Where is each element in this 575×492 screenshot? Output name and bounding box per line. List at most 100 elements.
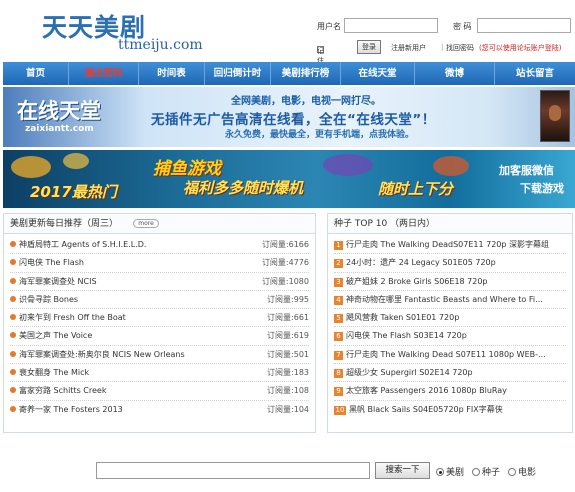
logo-text-1: 天天 [42,13,95,42]
ad-cta-download: 下载游戏 [520,182,564,195]
show-title[interactable]: 闪电侠 The Flash [19,258,84,267]
list-item[interactable]: 3 破产姐妹 2 Broke Girls S06E18 720p [328,273,572,291]
show-title[interactable]: 识骨寻踪 Bones [19,295,78,304]
search-option-torrent[interactable]: 种子 [472,465,500,478]
list-item[interactable]: 初来乍到 Fresh Off the Boat 订阅量:661 [4,309,315,328]
list-item[interactable]: 4 神奇动物在哪里 Fantastic Beasts and Where to F… [328,291,572,310]
list-item[interactable]: 神盾局特工 Agents of S.H.I.E.L.D. 订阅量:6166 [4,236,315,255]
password-input[interactable] [477,18,571,33]
nav-timetable[interactable]: 时间表 [139,62,205,85]
subscription-count: 订阅量:104 [267,404,309,414]
rank-badge: 4 [334,295,343,305]
list-item[interactable]: 识骨寻踪 Bones 订阅量:995 [4,291,315,310]
poster-image [540,90,570,142]
rank-badge: 1 [334,241,343,250]
online-heaven-banner[interactable]: 在线天堂 zaixiantt.com 全网美剧，电影，电视一网打尽。 无插件无广… [3,87,575,147]
rank-badge: 8 [334,369,343,379]
search-button[interactable]: 搜索一下 [375,462,430,479]
forum-login-note: (您可以使用论坛账户登陆) [479,44,562,52]
radio-icon[interactable] [508,468,516,476]
torrent-title[interactable]: 神奇动物在哪里 Fantastic Beasts and Where to Fi… [346,295,543,304]
login-button[interactable]: 登录 [357,40,381,54]
bullet-icon [10,405,16,412]
ad-cta-wechat: 加客服微信 [499,164,554,177]
list-item[interactable]: 1 行尸走肉 The Walking DeadS07E11 720p 深影字幕组 [328,236,572,255]
list-item[interactable]: 7 行尸走肉 The Walking Dead S07E11 1080p WEB-… [328,346,572,365]
banner-logo: 在线天堂 [17,98,101,123]
password-label: 密 码 [453,22,472,31]
list-item[interactable]: 闪电侠 The Flash 订阅量:4776 [4,254,315,273]
subscription-count: 订阅量:183 [267,368,309,378]
list-item[interactable]: 2 24小时：遗产 24 Legacy S01E05 720p [328,254,572,273]
search-bar: 搜索一下 美剧 种子 电影 [96,461,575,481]
subscription-count: 订阅量:661 [267,313,309,323]
register-link[interactable]: 注册新用户 [391,43,426,53]
torrent-title[interactable]: 飓风营救 Taken S01E01 720p [346,313,459,322]
nav-guestbook[interactable]: 站长留言 [495,62,575,85]
nav-schedule-code[interactable]: 播出密码 [69,62,139,85]
nav-weibo[interactable]: 微博 [415,62,495,85]
nav-online[interactable]: 在线天堂 [341,62,415,85]
nav-countdown[interactable]: 回归倒计时 [205,62,271,85]
list-item[interactable]: 富家穷路 Schitts Creek 订阅量:108 [4,382,315,401]
torrent-title[interactable]: 破产姐妹 2 Broke Girls S06E18 720p [346,277,488,286]
rank-badge: 5 [334,314,343,324]
option-label: 电影 [518,468,537,478]
show-list: 神盾局特工 Agents of S.H.I.E.L.D. 订阅量:6166 闪电侠… [4,234,315,419]
list-item[interactable]: 美国之声 The Voice 订阅量:619 [4,327,315,346]
subscription-count: 订阅量:1080 [261,276,309,286]
search-option-movie[interactable]: 电影 [508,465,536,478]
subscription-count: 订阅量:108 [267,386,309,396]
logo-domain: ttmeiju.com [118,37,203,53]
torrent-title[interactable]: 超级少女 Supergirl S02E14 720p [346,368,473,377]
show-title[interactable]: 海军罪案调查处:新奥尔良 NCIS New Orleans [19,350,185,359]
subscription-count: 订阅量:619 [267,331,309,341]
list-item[interactable]: 寄养一家 The Fosters 2013 订阅量:104 [4,401,315,419]
login-form: 用户名 密 码 记住我 登录 注册新用户 | 找回密码 (您可以使用论坛账户登陆… [317,18,572,75]
torrent-title[interactable]: 太空旅客 Passengers 2016 1080p BluRay [346,386,507,395]
game-ad-banner[interactable]: 捕鱼游戏 2017最热门 福利多多随时爆机 随时上下分 加客服微信 下载游戏 [3,150,575,208]
torrent-title[interactable]: 黑帆 Black Sails S04E05720p FIX字幕侠 [349,405,503,414]
torrent-list: 1 行尸走肉 The Walking DeadS07E11 720p 深影字幕组 … [328,234,572,419]
show-title[interactable]: 寄养一家 The Fosters 2013 [19,405,123,414]
search-input[interactable] [96,462,370,479]
daily-recommendation-panel: 美剧更新每日推荐（周三） more 神盾局特工 Agents of S.H.I.… [3,213,316,433]
show-title[interactable]: 美国之声 The Voice [19,331,92,340]
recover-password-link[interactable]: 找回密码 [446,43,474,53]
nav-ranking[interactable]: 美剧排行榜 [271,62,341,85]
radio-icon[interactable] [472,468,480,476]
more-button[interactable]: more [133,219,159,228]
torrent-title[interactable]: 行尸走肉 The Walking Dead S07E11 1080p WEB-.… [346,350,546,359]
subscription-count: 订阅量:4776 [261,258,309,268]
list-item[interactable]: 5 飓风营救 Taken S01E01 720p [328,309,572,328]
bullet-icon [10,277,16,284]
torrent-top10-panel: 种子 TOP 10 （两日内） 1 行尸走肉 The Walking DeadS0… [327,213,573,433]
show-title[interactable]: 衰女翻身 The Mick [19,368,89,377]
nav-home[interactable]: 首页 [3,62,69,85]
list-item[interactable]: 海军罪案调查处:新奥尔良 NCIS New Orleans 订阅量:501 [4,346,315,365]
list-item[interactable]: 8 超级少女 Supergirl S02E14 720p [328,364,572,383]
subscription-count: 订阅量:501 [267,349,309,359]
show-title[interactable]: 富家穷路 Schitts Creek [19,386,106,395]
list-item[interactable]: 10 黑帆 Black Sails S04E05720p FIX字幕侠 [328,401,572,419]
torrent-title[interactable]: 行尸走肉 The Walking DeadS07E11 720p 深影字幕组 [346,240,549,249]
show-title[interactable]: 神盾局特工 Agents of S.H.I.E.L.D. [19,240,146,249]
search-option-drama[interactable]: 美剧 [436,465,464,478]
bullet-icon [10,387,16,394]
ad-slogan-2: 随时上下分 [378,180,454,198]
option-label: 种子 [482,468,501,478]
list-item[interactable]: 海军罪案调查处 NCIS 订阅量:1080 [4,273,315,291]
torrent-title[interactable]: 闪电侠 The Flash S03E14 720p [346,331,467,340]
rank-badge: 2 [334,259,343,269]
list-item[interactable]: 9 太空旅客 Passengers 2016 1080p BluRay [328,382,572,401]
list-item[interactable]: 衰女翻身 The Mick 订阅量:183 [4,364,315,383]
bullet-icon [10,295,16,302]
rank-badge: 6 [334,332,343,342]
radio-icon[interactable] [436,468,444,476]
show-title[interactable]: 海军罪案调查处 NCIS [19,277,97,286]
list-item[interactable]: 6 闪电侠 The Flash S03E14 720p [328,327,572,346]
torrent-title[interactable]: 24小时：遗产 24 Legacy S01E05 720p [346,258,496,267]
username-input[interactable] [344,18,438,33]
subscription-count: 订阅量:6166 [261,240,309,249]
show-title[interactable]: 初来乍到 Fresh Off the Boat [19,313,126,322]
